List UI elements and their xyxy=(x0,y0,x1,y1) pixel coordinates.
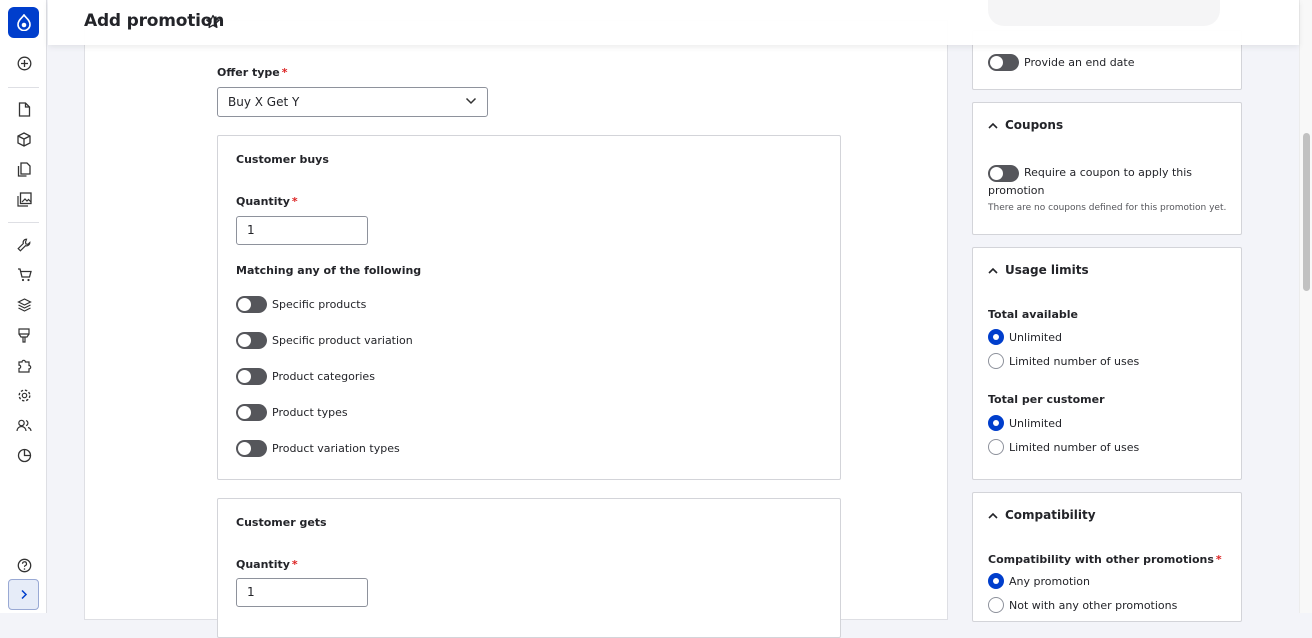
toggle-switch[interactable] xyxy=(236,367,267,385)
coupons-header[interactable]: Coupons xyxy=(988,118,1063,132)
layers-icon[interactable] xyxy=(11,294,37,316)
gear-icon[interactable] xyxy=(11,384,37,406)
create-icon[interactable] xyxy=(11,52,37,74)
toggle-end-date[interactable]: Provide an end date xyxy=(988,53,1135,71)
toggle-specific-product-variation[interactable]: Specific product variation xyxy=(236,331,413,349)
reports-icon[interactable] xyxy=(11,444,37,466)
toggle-switch[interactable] xyxy=(988,164,1019,182)
cart-icon[interactable] xyxy=(11,264,37,286)
toggle-product-categories[interactable]: Product categories xyxy=(236,367,375,385)
toggle-switch[interactable] xyxy=(236,439,267,457)
people-icon[interactable] xyxy=(11,414,37,436)
page-title: Add promotion xyxy=(84,11,225,31)
customer-gets-legend: Customer gets xyxy=(236,516,327,529)
radio-total-unlimited[interactable]: Unlimited xyxy=(988,329,1062,345)
coupons-description: There are no coupons defined for this pr… xyxy=(988,203,1227,213)
promotion-form: Offer type * Buy X Get Y Customer buys Qu… xyxy=(84,20,948,638)
page-header: Add promotion xyxy=(48,0,1299,45)
offer-type-label: Offer type * xyxy=(217,66,288,79)
admin-toolbar xyxy=(0,0,47,613)
radio-any-promotion[interactable]: Any promotion xyxy=(988,573,1090,589)
scrollbar-thumb[interactable] xyxy=(1303,133,1310,291)
toggle-product-variation-types[interactable]: Product variation types xyxy=(236,439,400,457)
product-icon[interactable] xyxy=(11,128,37,150)
radio-customer-unlimited[interactable]: Unlimited xyxy=(988,415,1062,431)
buys-quantity-label: Quantity * xyxy=(236,195,298,208)
usage-limits-header[interactable]: Usage limits xyxy=(988,263,1089,277)
files-icon[interactable] xyxy=(11,158,37,180)
chevron-up-icon xyxy=(988,122,998,129)
offer-type-select[interactable]: Buy X Get Y xyxy=(217,87,488,117)
chevron-up-icon xyxy=(988,512,998,519)
toggle-specific-products[interactable]: Specific products xyxy=(236,295,366,313)
total-per-customer-label: Total per customer xyxy=(988,393,1105,406)
usage-limits-panel: Usage limits Total available Unlimited L… xyxy=(972,247,1242,480)
total-available-label: Total available xyxy=(988,308,1078,321)
gets-quantity-input[interactable]: 1 xyxy=(236,578,368,607)
star-icon[interactable] xyxy=(205,14,221,30)
compatibility-label: Compatibility with other promotions * xyxy=(988,553,1222,566)
appearance-icon[interactable] xyxy=(11,324,37,346)
customer-buys-legend: Customer buys xyxy=(236,153,329,166)
page-scrollbar[interactable] xyxy=(1299,0,1312,613)
header-actions xyxy=(988,0,1220,26)
compatibility-panel: Compatibility Compatibility with other p… xyxy=(972,492,1242,622)
toggle-switch[interactable] xyxy=(236,331,267,349)
chevron-up-icon xyxy=(988,267,998,274)
offer-type-value: Buy X Get Y xyxy=(228,95,300,109)
customer-gets-fieldset: Customer gets Quantity * 1 xyxy=(217,498,841,638)
toggle-product-types[interactable]: Product types xyxy=(236,403,348,421)
content-icon[interactable] xyxy=(11,98,37,120)
help-icon[interactable] xyxy=(11,554,37,576)
chevron-down-icon xyxy=(465,97,477,105)
wrench-icon[interactable] xyxy=(11,234,37,256)
coupons-panel: Coupons Require a coupon to apply this p… xyxy=(972,102,1242,235)
chevron-right-icon xyxy=(20,589,27,600)
toggle-switch[interactable] xyxy=(236,295,267,313)
toggle-switch[interactable] xyxy=(988,53,1019,71)
buys-quantity-input[interactable]: 1 xyxy=(236,216,368,245)
customer-buys-fieldset: Customer buys Quantity * 1 Matching any o… xyxy=(217,135,841,480)
matching-label: Matching any of the following xyxy=(236,264,422,277)
radio-customer-limited[interactable]: Limited number of uses xyxy=(988,439,1139,455)
extend-icon[interactable] xyxy=(11,354,37,376)
radio-total-limited[interactable]: Limited number of uses xyxy=(988,353,1139,369)
gets-quantity-label: Quantity * xyxy=(236,558,298,571)
drupal-logo-icon[interactable] xyxy=(8,7,39,38)
toggle-switch[interactable] xyxy=(236,403,267,421)
coupon-toggle-row[interactable]: Require a coupon to apply this promotion xyxy=(988,164,1228,200)
expand-sidebar-button[interactable] xyxy=(8,579,39,610)
compatibility-header[interactable]: Compatibility xyxy=(988,508,1096,522)
media-icon[interactable] xyxy=(11,188,37,210)
radio-not-with-other[interactable]: Not with any other promotions xyxy=(988,597,1177,613)
